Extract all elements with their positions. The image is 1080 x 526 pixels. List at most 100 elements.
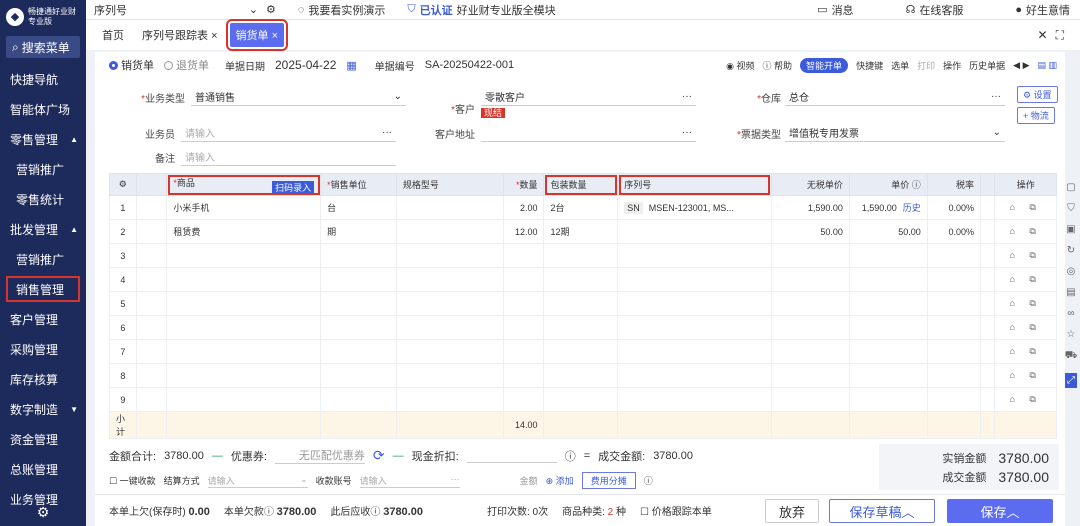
sidebar-item-11[interactable]: 数字制造 ▼ <box>0 394 86 424</box>
module-select[interactable]: 序列号 ⌄ <box>86 2 266 18</box>
sidebar-item-0[interactable]: 快捷导航 <box>0 64 86 94</box>
sidebar-item-7[interactable]: 销售管理 <box>6 276 80 302</box>
table-row[interactable]: 4 ⌂ ⧉ <box>109 267 1057 292</box>
sidebar-item-12[interactable]: 资金管理 <box>0 424 86 454</box>
table-row[interactable]: 3 ⌂ ⧉ <box>109 243 1057 268</box>
oneclick-checkbox[interactable]: ☐ 一键收款 <box>109 474 156 487</box>
sidebar-item-1[interactable]: 智能体广场 <box>0 94 86 124</box>
history-button[interactable]: 历史单据 <box>969 59 1005 72</box>
customer-field[interactable]: *客户 零散客户 ··· 现结 <box>425 88 696 119</box>
operate-button[interactable]: 操作 <box>943 59 961 72</box>
layout-icon[interactable]: ▤ ▥ <box>1037 60 1057 71</box>
row-actions[interactable]: ⌂ ⧉ <box>994 219 1057 244</box>
add-button[interactable]: ⊕ 添加 <box>546 474 574 487</box>
prev-next-icon[interactable]: ◀ ▶ <box>1013 60 1029 71</box>
radio-sales[interactable]: 销货单 <box>109 57 154 73</box>
owe2-value: 3780.00 <box>276 506 317 518</box>
sidebar-item-8[interactable]: 客户管理 <box>0 304 86 334</box>
invoice-field[interactable]: *票据类型 增值税专用发票 ⌄ <box>715 124 1005 142</box>
save-button[interactable]: 保存 ︿ <box>947 499 1053 523</box>
recv-value: 3780.00 <box>383 506 423 518</box>
account-select[interactable]: 请输入 ··· <box>359 474 460 488</box>
help-button[interactable]: ⓘ 帮助 <box>763 59 793 72</box>
table-row[interactable]: 8 ⌂ ⧉ <box>109 363 1057 388</box>
sidebar-item-3[interactable]: 营销推广 <box>0 154 86 184</box>
swap-icon[interactable]: ↻ <box>1067 245 1075 256</box>
row-actions[interactable]: ⌂ ⧉ <box>994 339 1057 364</box>
save-draft-button[interactable]: 保存草稿 ︿ <box>829 499 935 523</box>
discount-input[interactable] <box>466 449 557 463</box>
finance-icon[interactable]: ◎ <box>1067 266 1076 277</box>
print-button[interactable]: 打印 <box>917 59 935 72</box>
tab-sales-order[interactable]: 销货单 × <box>225 19 288 51</box>
caret-icon: ▼ <box>70 404 78 414</box>
row-actions[interactable]: ⌂ ⧉ <box>994 315 1057 340</box>
table-row[interactable]: 5 ⌂ ⧉ <box>109 291 1057 316</box>
voucher-icon[interactable]: ▤ <box>1066 287 1075 298</box>
close-icon[interactable]: × <box>211 30 217 42</box>
gear-icon[interactable]: ⚙ <box>266 3 276 16</box>
hotkey-button[interactable]: 快捷键 <box>856 59 883 72</box>
refresh-icon[interactable]: ⟳ <box>373 447 385 464</box>
radio-return[interactable]: 退货单 <box>164 57 209 73</box>
sidebar-item-13[interactable]: 总账管理 <box>0 454 86 484</box>
date-value[interactable]: 2025-04-22 <box>275 58 336 72</box>
logistics-button[interactable]: + 物流 <box>1017 107 1055 124</box>
col-unit: *销售单位 <box>320 173 397 196</box>
sidebar-item-4[interactable]: 零售统计 <box>0 184 86 214</box>
video-button[interactable]: ◉ 视频 <box>726 59 754 72</box>
menu-search[interactable]: ⌕ 搜索菜单 <box>6 36 80 58</box>
close-icon[interactable]: × <box>272 30 278 42</box>
sidebar-item-10[interactable]: 库存核算 <box>0 364 86 394</box>
shield-icon[interactable]: ⛉ <box>1067 203 1075 214</box>
smart-order-button[interactable]: 智能开单 <box>800 58 849 73</box>
fee-button[interactable]: 费用分摊 <box>581 472 636 489</box>
table-row[interactable]: 6 ⌂ ⧉ <box>109 315 1057 340</box>
actual-amount: 3780.00 <box>998 449 1049 466</box>
settings-button[interactable]: ⚙ 设置 <box>1017 86 1058 103</box>
tab-serial-tracking[interactable]: 序列号跟踪表 × <box>136 23 224 47</box>
calendar-icon[interactable]: ▦ <box>346 59 356 72</box>
table-settings-icon[interactable]: ⚙ <box>109 173 137 196</box>
sidebar-item-5[interactable]: 批发管理 ▲ <box>0 214 86 244</box>
sidebar-item-2[interactable]: 零售管理 ▲ <box>0 124 86 154</box>
demo-link[interactable]: ◌ 我要看实例演示 <box>298 2 386 18</box>
note-icon[interactable]: ▢ <box>1066 182 1075 193</box>
track-checkbox[interactable]: ☐ 价格跟踪本单 <box>640 503 712 518</box>
biz-type-field[interactable]: *业务类型 普通销售 ⌄ <box>125 88 406 106</box>
message-button[interactable]: ▭ 消息 <box>817 2 853 18</box>
link-icon[interactable]: ∞ <box>1067 308 1074 319</box>
select-order-button[interactable]: 选单 <box>891 59 909 72</box>
service-button[interactable]: ☊ 在线客服 <box>906 2 964 18</box>
gear-icon[interactable]: ⚙ <box>0 498 86 526</box>
truck-icon[interactable]: ⛟ <box>1065 350 1078 363</box>
sidebar-item-6[interactable]: 营销推广 <box>0 244 86 274</box>
staff-field[interactable]: 业务员 请输入 ··· <box>125 124 396 142</box>
giveup-button[interactable]: 放弃 <box>765 499 819 523</box>
tab-home[interactable]: 首页 <box>96 23 130 47</box>
stock-icon[interactable]: ▣ <box>1066 224 1075 235</box>
table-row[interactable]: 9 ⌂ ⧉ <box>109 387 1057 412</box>
row-actions[interactable]: ⌂ ⧉ <box>994 195 1057 220</box>
scan-button[interactable]: 扫码录入 <box>272 180 315 194</box>
table-row[interactable]: 1 小米手机台 2.00 2台 SN MSEN-123001, MS... 1,590.00… <box>109 195 1057 220</box>
settle-select[interactable]: 请输入 ⌄ <box>207 474 308 488</box>
message-icon: ▭ <box>817 4 828 16</box>
row-actions[interactable]: ⌂ ⧉ <box>994 267 1057 292</box>
star-icon[interactable]: ☆ <box>1067 329 1076 340</box>
window-controls[interactable]: ✕⛶ <box>1038 28 1072 43</box>
remark-field[interactable]: 备注 请输入 <box>125 148 396 166</box>
row-actions[interactable]: ⌂ ⧉ <box>994 243 1057 268</box>
user-menu[interactable]: ● 好生意情 <box>1015 2 1070 18</box>
row-actions[interactable]: ⌂ ⧉ <box>994 291 1057 316</box>
table-row[interactable]: 7 ⌂ ⧉ <box>109 339 1057 364</box>
coupon-select[interactable]: 无匹配优惠券 <box>274 447 365 464</box>
address-field[interactable]: 客户地址 ··· <box>425 124 696 142</box>
sidebar-item-9[interactable]: 采购管理 <box>0 334 86 364</box>
row-actions[interactable]: ⌂ ⧉ <box>994 363 1057 388</box>
history-link[interactable]: 历史 <box>903 203 921 213</box>
warehouse-field[interactable]: *仓库 总仓 ··· <box>735 88 1005 106</box>
row-actions[interactable]: ⌂ ⧉ <box>994 387 1057 412</box>
table-row[interactable]: 2 租赁费期 12.00 12期 50.00 50.00 0.00% ⌂ ⧉ <box>109 219 1057 244</box>
expand-icon[interactable]: ⤢ <box>1065 373 1077 388</box>
